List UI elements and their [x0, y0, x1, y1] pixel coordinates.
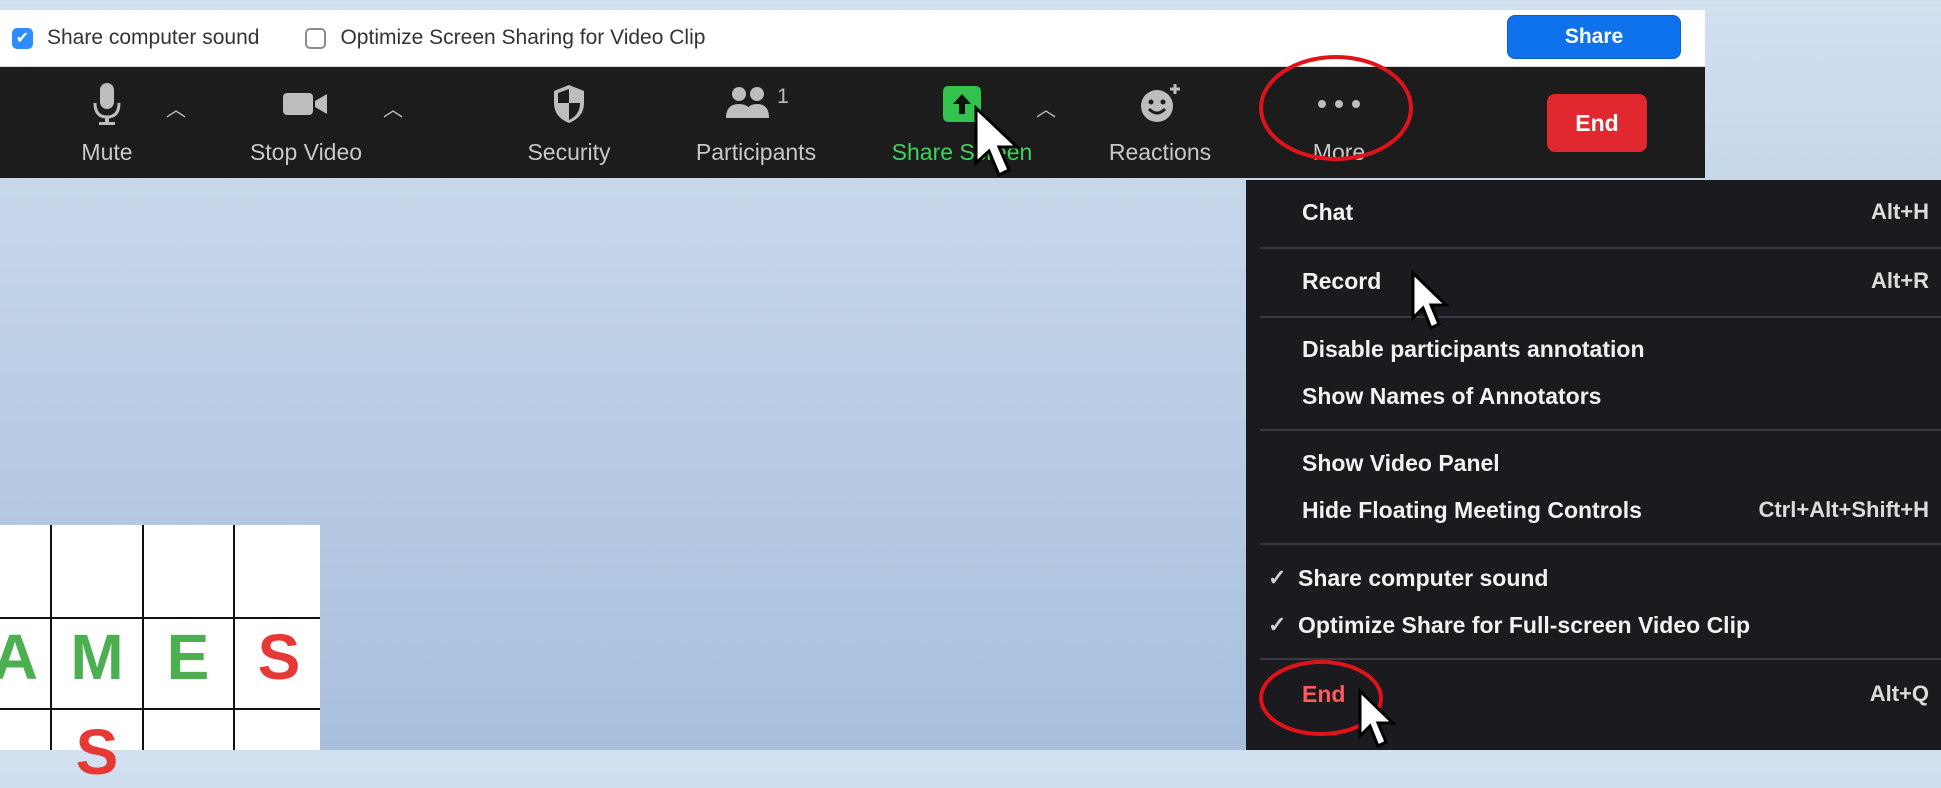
optimize-video-clip-option[interactable]: Optimize Screen Sharing for Video Clip: [305, 26, 705, 50]
menu-item-show-video-panel[interactable]: Show Video Panel: [1246, 443, 1941, 483]
menu-item-shortcut: Alt+Q: [1869, 681, 1929, 706]
menu-item-label: Show Video Panel: [1302, 449, 1500, 476]
share-button[interactable]: Share: [1507, 15, 1681, 59]
menu-item-record[interactable]: Record Alt+R: [1246, 261, 1941, 301]
reactions-button[interactable]: Reactions: [1085, 67, 1235, 178]
mute-button[interactable]: Mute: [32, 67, 182, 178]
menu-divider: [1260, 543, 1941, 545]
mute-label: Mute: [81, 139, 133, 165]
grid-letter-partial: S: [75, 716, 119, 788]
menu-item-label: Hide Floating Meeting Controls: [1302, 496, 1642, 523]
optimize-video-clip-label: Optimize Screen Sharing for Video Clip: [340, 26, 706, 49]
end-meeting-button[interactable]: End: [1547, 94, 1647, 152]
grid-letter: M: [70, 621, 124, 693]
menu-divider: [1260, 658, 1941, 660]
menu-item-label: Record: [1302, 267, 1382, 294]
mouse-pointer-icon: [1411, 270, 1450, 331]
video-options-caret-icon[interactable]: ︿: [383, 93, 403, 122]
menu-item-shortcut: Alt+H: [1870, 199, 1929, 224]
participants-label: Participants: [695, 139, 817, 165]
participants-icon: 1: [681, 81, 831, 127]
menu-item-shortcut: Alt+R: [1870, 268, 1929, 293]
smiley-plus-icon: [1085, 81, 1235, 127]
participants-button[interactable]: 1 Participants: [681, 67, 831, 178]
grid-line: [0, 708, 320, 710]
grid-letter: S: [257, 621, 301, 693]
security-button[interactable]: Security: [494, 67, 644, 178]
share-options-caret-icon[interactable]: ︿: [1036, 93, 1056, 122]
share-computer-sound-option[interactable]: ✔ Share computer sound: [12, 26, 259, 50]
grid-line: [142, 525, 144, 750]
checkmark-icon: ✓: [1268, 565, 1287, 590]
menu-item-hide-floating-meeting-controls[interactable]: Hide Floating Meeting Controls Ctrl+Alt+…: [1246, 490, 1941, 530]
meeting-toolbar: Mute ︿ Stop Video ︿ Security 1 Participa…: [0, 67, 1705, 178]
checkmark-icon: ✓: [1268, 612, 1287, 637]
word-grid-image: A M E S S: [0, 525, 320, 784]
menu-divider: [1260, 247, 1941, 249]
more-highlight-ring: [1259, 55, 1413, 161]
mouse-pointer-icon: [1358, 688, 1397, 749]
menu-item-label: Share computer sound: [1298, 564, 1549, 591]
reactions-label: Reactions: [1108, 139, 1212, 165]
share-options-bar: ✔ Share computer sound Optimize Screen S…: [0, 10, 1705, 67]
stop-video-label: Stop Video: [249, 139, 363, 165]
stop-video-button[interactable]: Stop Video: [231, 67, 381, 178]
mouse-pointer-icon: [974, 105, 1021, 178]
menu-item-label: Optimize Share for Full-screen Video Cli…: [1298, 611, 1751, 638]
grid-line: [0, 617, 320, 619]
checkbox-checked-icon[interactable]: ✔: [12, 27, 33, 49]
menu-item-label: Disable participants annotation: [1302, 335, 1645, 362]
menu-divider: [1260, 316, 1941, 318]
video-camera-icon: [231, 81, 381, 127]
menu-item-share-computer-sound[interactable]: ✓ Share computer sound: [1246, 558, 1941, 598]
security-label: Security: [527, 139, 611, 165]
menu-item-label: Show Names of Annotators: [1302, 382, 1602, 409]
menu-item-show-names-of-annotators[interactable]: Show Names of Annotators: [1246, 376, 1941, 416]
menu-item-shortcut: Ctrl+Alt+Shift+H: [1758, 497, 1929, 522]
grid-letter: E: [166, 621, 210, 693]
checkbox-unchecked-icon[interactable]: [305, 27, 327, 49]
audio-options-caret-icon[interactable]: ︿: [166, 93, 186, 122]
menu-item-optimize-share-video-clip[interactable]: ✓ Optimize Share for Full-screen Video C…: [1246, 605, 1941, 645]
share-computer-sound-label: Share computer sound: [47, 26, 260, 49]
menu-item-label: Chat: [1302, 198, 1354, 225]
menu-divider: [1260, 429, 1941, 431]
shield-icon: [494, 81, 644, 127]
menu-item-disable-participants-annotation[interactable]: Disable participants annotation: [1246, 329, 1941, 369]
menu-item-chat[interactable]: Chat Alt+H: [1246, 192, 1941, 232]
grid-line: [233, 525, 235, 750]
grid-letter: A: [0, 621, 39, 693]
participants-count: 1: [777, 85, 789, 108]
microphone-icon: [32, 81, 182, 127]
